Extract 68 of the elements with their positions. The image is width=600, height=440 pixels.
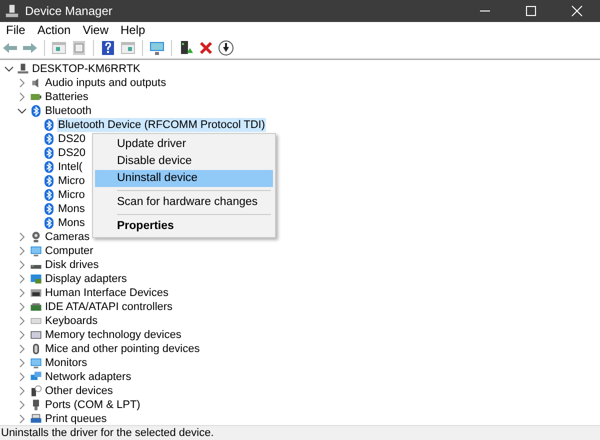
window-title: Device Manager bbox=[25, 4, 114, 18]
tree-item[interactable]: Memory technology devices bbox=[44, 328, 182, 342]
tree-item[interactable]: Monitors bbox=[44, 356, 88, 370]
tree-item[interactable]: DS20 bbox=[57, 146, 87, 160]
tree-item[interactable]: Micro bbox=[57, 174, 86, 188]
input-device-icon bbox=[30, 287, 42, 299]
tree-item[interactable]: Audio inputs and outputs bbox=[44, 76, 168, 90]
tree-item[interactable]: Disk drives bbox=[44, 258, 100, 272]
tree-item[interactable]: Batteries bbox=[44, 90, 90, 104]
tree-item[interactable]: Ports (COM & LPT) bbox=[44, 398, 142, 412]
status-text: Uninstalls the driver for the selected device. bbox=[0, 425, 600, 440]
menu-item[interactable]: Help bbox=[114, 22, 152, 36]
memory-card-icon bbox=[30, 329, 42, 341]
tree-item[interactable]: Other devices bbox=[44, 384, 114, 398]
tree-item[interactable]: Computer bbox=[44, 244, 94, 258]
webcam-icon bbox=[30, 231, 42, 243]
help-icon[interactable] bbox=[99, 40, 117, 56]
app-icon bbox=[5, 4, 19, 18]
menu-item[interactable]: Properties bbox=[95, 218, 273, 235]
menu-item[interactable]: Disable device bbox=[95, 153, 273, 170]
menu-item[interactable]: Uninstall device bbox=[95, 170, 273, 187]
menu-item[interactable]: Scan for hardware changes bbox=[95, 194, 273, 211]
tree-item[interactable]: DS20 bbox=[57, 132, 87, 146]
bluetooth-icon bbox=[43, 189, 55, 201]
bluetooth-icon bbox=[43, 119, 55, 131]
mouse-icon bbox=[30, 343, 42, 355]
tree-item[interactable]: Cameras bbox=[44, 230, 91, 244]
tree-item[interactable]: Mons bbox=[57, 216, 86, 230]
bluetooth-icon bbox=[43, 133, 55, 145]
keyboard-icon bbox=[30, 315, 42, 327]
tree-item[interactable]: DESKTOP-KM6RRTK bbox=[31, 62, 142, 76]
menu-item[interactable]: View bbox=[76, 22, 114, 36]
monitor-icon bbox=[30, 245, 42, 257]
tree-item[interactable]: Mons bbox=[57, 202, 86, 216]
bluetooth-icon bbox=[43, 175, 55, 187]
tree-item[interactable]: Bluetooth Device (RFCOMM Protocol TDI) bbox=[57, 118, 266, 132]
tree-item[interactable]: Keyboards bbox=[44, 314, 99, 328]
uninstall-icon[interactable] bbox=[197, 40, 215, 56]
port-icon bbox=[30, 399, 42, 411]
tree-item[interactable]: Micro bbox=[57, 188, 86, 202]
properties-icon[interactable] bbox=[70, 40, 88, 56]
printer-icon bbox=[30, 413, 42, 425]
console-tree-icon[interactable] bbox=[50, 40, 68, 56]
tree-item[interactable]: IDE ATA/ATAPI controllers bbox=[44, 300, 174, 314]
tree-item[interactable]: Print queues bbox=[44, 412, 108, 425]
bluetooth-icon bbox=[43, 203, 55, 215]
bluetooth-icon bbox=[43, 147, 55, 159]
bluetooth-icon bbox=[43, 161, 55, 173]
bluetooth-icon bbox=[43, 217, 55, 229]
unknown-device-icon bbox=[30, 385, 42, 397]
tree-item[interactable]: Intel( bbox=[57, 160, 84, 174]
scan-monitor-icon[interactable] bbox=[148, 40, 166, 56]
monitor-icon bbox=[30, 357, 42, 369]
menu-item[interactable]: Action bbox=[31, 22, 77, 36]
menu-item[interactable]: Update driver bbox=[95, 136, 273, 153]
tree-item[interactable]: Display adapters bbox=[44, 272, 128, 286]
menu-item[interactable]: File bbox=[0, 22, 32, 36]
tree-item[interactable]: Network adapters bbox=[44, 370, 132, 384]
battery-icon bbox=[30, 91, 42, 103]
download-icon[interactable] bbox=[217, 40, 235, 56]
display-adapter-icon bbox=[30, 273, 42, 285]
network-icon bbox=[30, 371, 42, 383]
bluetooth-icon bbox=[30, 105, 42, 117]
computer-icon bbox=[17, 63, 29, 75]
controller-card-icon bbox=[30, 301, 42, 313]
tree-item[interactable]: Bluetooth bbox=[44, 104, 92, 118]
tree-item[interactable]: Human Interface Devices bbox=[44, 286, 170, 300]
tree-item[interactable]: Mice and other pointing devices bbox=[44, 342, 201, 356]
